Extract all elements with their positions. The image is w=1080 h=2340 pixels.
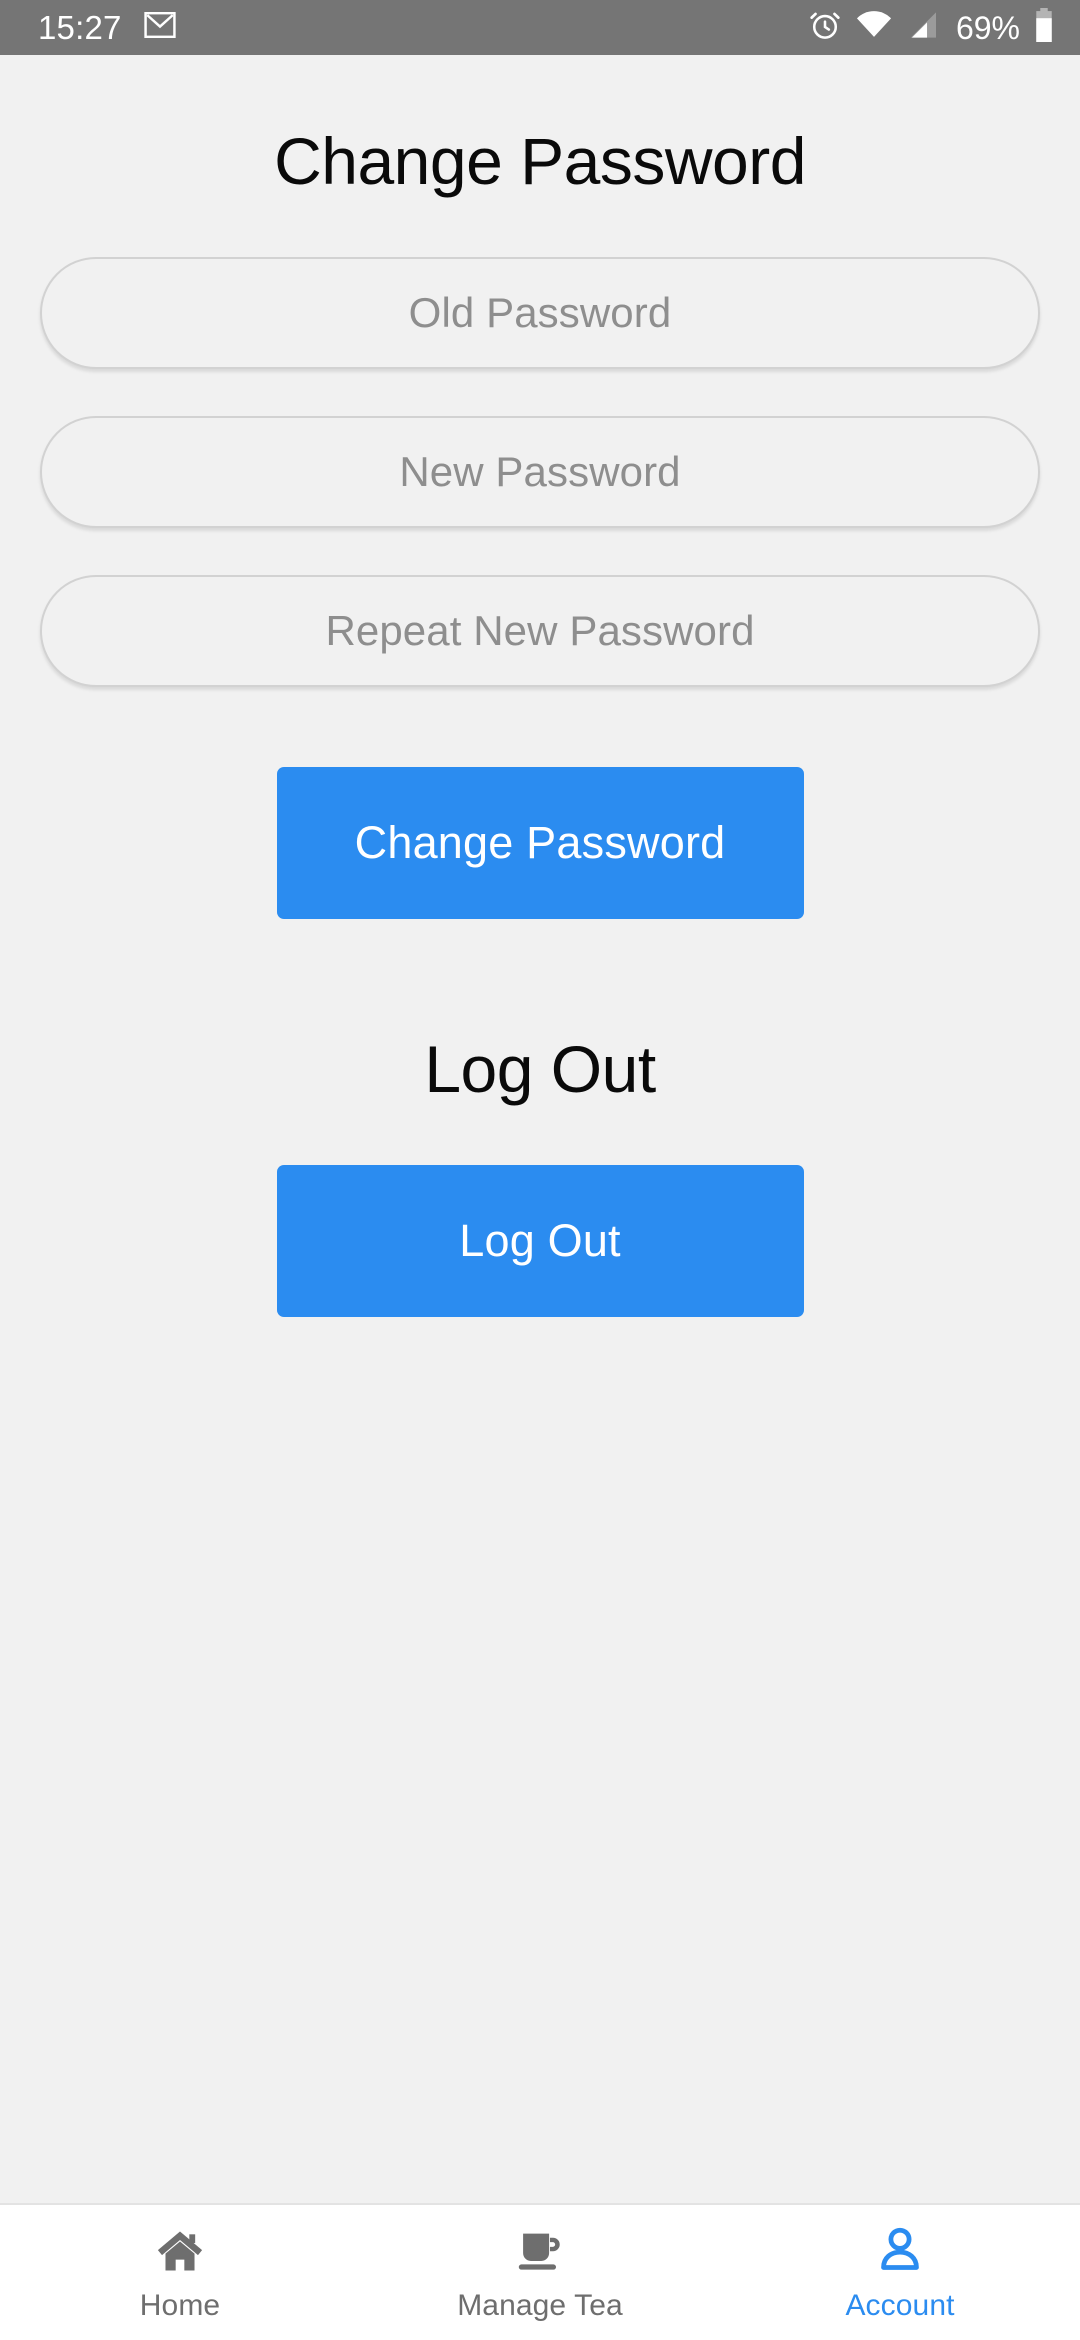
logout-heading: Log Out <box>0 1031 1080 1107</box>
status-bar: 15:27 <box>0 0 1080 55</box>
battery-percentage-label: 69% <box>956 12 1020 44</box>
new-password-field[interactable]: New Password <box>40 416 1040 528</box>
repeat-new-password-placeholder: Repeat New Password <box>325 607 754 655</box>
account-person-icon <box>874 2223 926 2279</box>
cellular-signal-icon <box>906 11 938 44</box>
status-bar-left: 15:27 <box>38 11 176 44</box>
main-content: Change Password Old Password New Passwor… <box>0 55 1080 2203</box>
status-bar-right: 69% <box>808 8 1054 47</box>
nav-item-account[interactable]: Account <box>720 2205 1080 2340</box>
battery-icon <box>1034 8 1054 47</box>
change-password-button[interactable]: Change Password <box>277 767 804 919</box>
status-bar-clock: 15:27 <box>38 11 122 44</box>
nav-item-home[interactable]: Home <box>0 2205 360 2340</box>
page-title: Change Password <box>0 123 1080 199</box>
alarm-icon <box>808 8 842 47</box>
nav-item-manage-tea[interactable]: Manage Tea <box>360 2205 720 2340</box>
logout-button[interactable]: Log Out <box>277 1165 804 1317</box>
nav-label-home: Home <box>140 2289 220 2323</box>
wifi-icon <box>856 11 892 44</box>
repeat-new-password-field[interactable]: Repeat New Password <box>40 575 1040 687</box>
phone-screen: 15:27 <box>0 0 1080 2340</box>
nav-label-account: Account <box>845 2289 954 2323</box>
gmail-icon <box>144 12 176 43</box>
tea-cup-icon <box>514 2223 566 2279</box>
old-password-placeholder: Old Password <box>409 289 672 337</box>
old-password-field[interactable]: Old Password <box>40 257 1040 369</box>
nav-label-manage-tea: Manage Tea <box>457 2289 623 2323</box>
bottom-navigation-bar: Home Manage Tea Account <box>0 2203 1080 2340</box>
home-icon <box>154 2223 206 2279</box>
logout-section: Log Out Log Out <box>0 1031 1080 1317</box>
new-password-placeholder: New Password <box>399 448 680 496</box>
